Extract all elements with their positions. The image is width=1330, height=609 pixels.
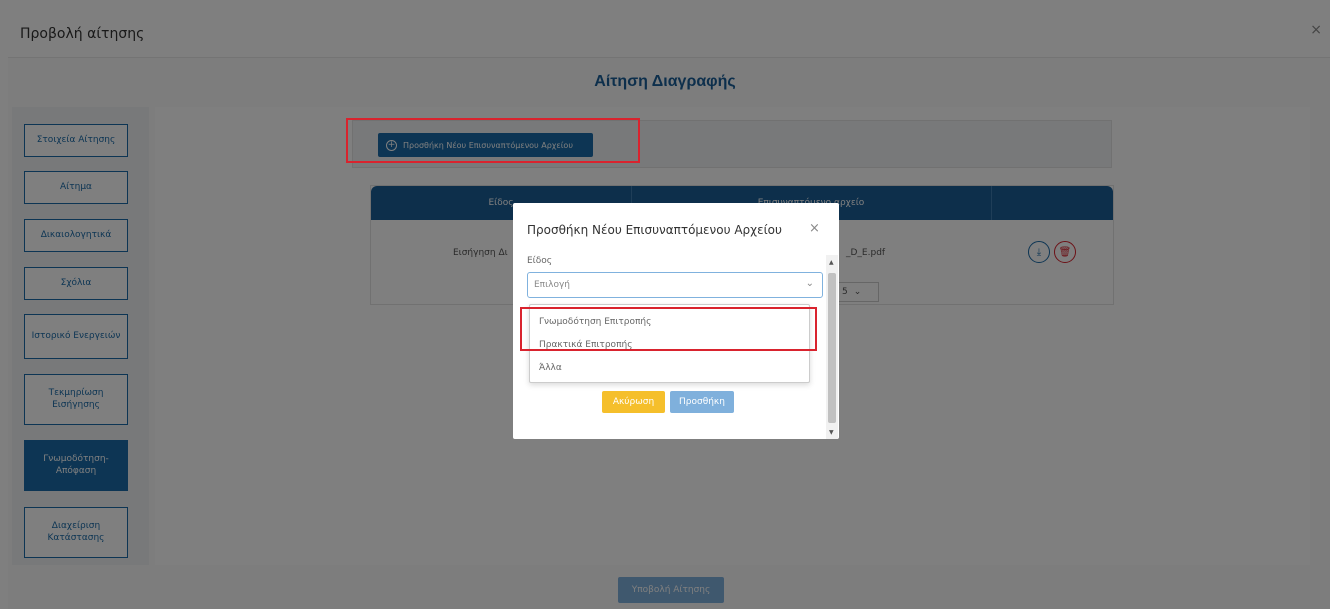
dropdown-option-other[interactable]: Άλλα [539,363,562,373]
scroll-thumb[interactable] [828,273,836,423]
annotation-box-add-button [346,118,640,163]
modal-title: Προσθήκη Νέου Επισυναπτόμενου Αρχείου [527,223,782,237]
type-select[interactable]: Επιλογή ⌄ [527,272,823,298]
modal-scrollbar[interactable]: ▲ ▼ [826,255,838,439]
scroll-down-icon[interactable]: ▼ [829,429,834,436]
type-field-label: Είδος [527,256,553,266]
annotation-box-dropdown-options [520,307,817,351]
scroll-up-icon[interactable]: ▲ [829,259,834,266]
add-button[interactable]: Προσθήκη [670,391,734,413]
cancel-button[interactable]: Ακύρωση [602,391,665,413]
close-icon[interactable]: × [809,221,820,236]
type-select-value: Επιλογή [534,280,571,290]
chevron-down-icon: ⌄ [805,278,814,289]
